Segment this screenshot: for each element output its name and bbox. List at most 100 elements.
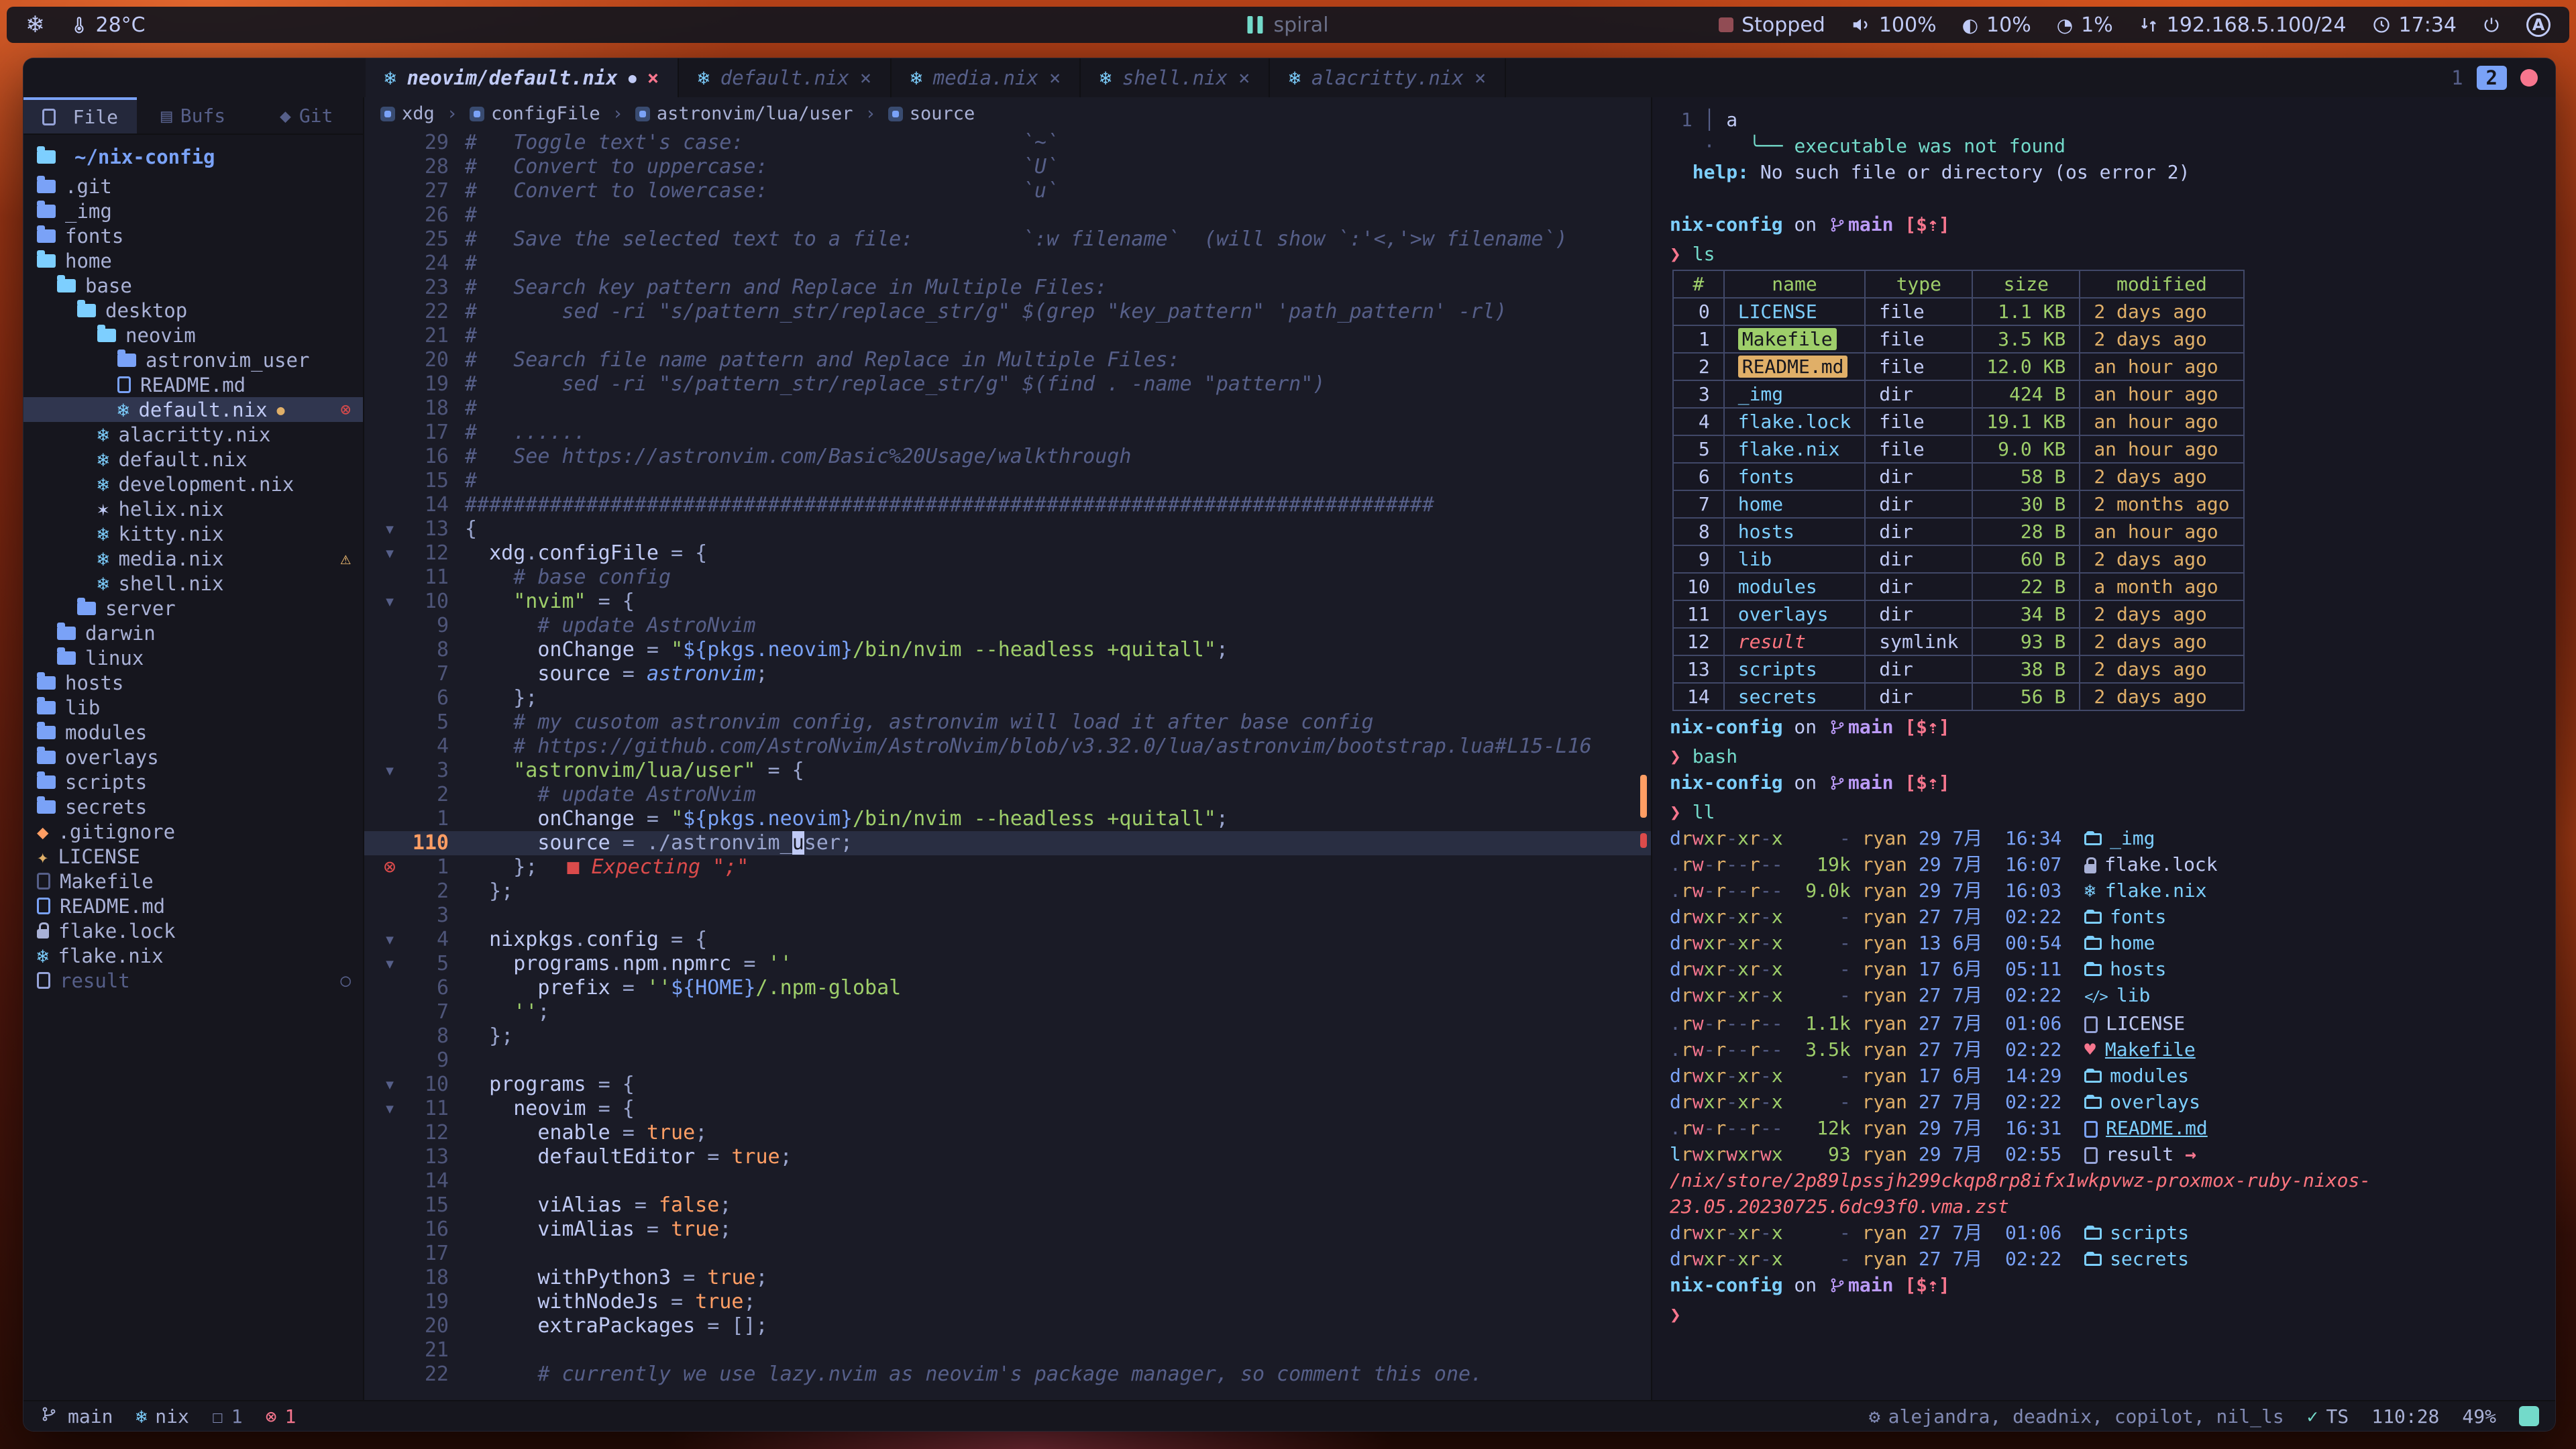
tree-item[interactable]: darwin: [23, 621, 363, 645]
tree-item[interactable]: ❄media.nix⚠: [23, 546, 363, 571]
network-widget[interactable]: 192.168.5.100/24: [2139, 13, 2347, 37]
tab-git[interactable]: ◆ Git: [250, 97, 363, 133]
buffer-tab[interactable]: ❄media.nix×: [892, 58, 1081, 97]
hint-count[interactable]: ☐ 1: [212, 1405, 243, 1428]
tab-files[interactable]: File: [23, 97, 137, 133]
editor-line[interactable]: 25# Save the selected text to a file: `:…: [364, 227, 1651, 252]
editor-line[interactable]: 18 withPython3 = true;: [364, 1266, 1651, 1290]
tree-item[interactable]: result○: [23, 968, 363, 993]
volume-widget[interactable]: 100%: [1851, 13, 1937, 37]
editor-line[interactable]: 110 source = ./astronvim_user;: [364, 831, 1651, 855]
tree-item[interactable]: ❄default.nix: [23, 447, 363, 472]
editor-line[interactable]: 11 # base config: [364, 566, 1651, 590]
tree-item[interactable]: _img: [23, 199, 363, 223]
editor-line[interactable]: 17: [364, 1242, 1651, 1266]
editor-line[interactable]: 9 # update AstroNvim: [364, 614, 1651, 638]
editor-line[interactable]: 27# Convert to lowercase: `u`: [364, 179, 1651, 203]
tab-close-button[interactable]: ×: [860, 66, 871, 89]
tree-item[interactable]: ❄flake.nix: [23, 943, 363, 968]
breadcrumb-item[interactable]: xdg: [380, 102, 435, 126]
cpu-widget[interactable]: ◔ 1%: [2057, 13, 2113, 37]
page-indicator-1[interactable]: 1: [2451, 66, 2463, 89]
editor-line[interactable]: 12 enable = true;: [364, 1121, 1651, 1145]
editor-line[interactable]: 21#: [364, 324, 1651, 348]
tree-item[interactable]: desktop: [23, 298, 363, 323]
buffer-tab[interactable]: ❄default.nix×: [679, 58, 892, 97]
tree-item[interactable]: home: [23, 248, 363, 273]
editor-line[interactable]: 21: [364, 1338, 1651, 1362]
power-button[interactable]: [2482, 15, 2501, 34]
editor-line[interactable]: 22# sed -ri "s/pattern_str/replace_str/g…: [364, 300, 1651, 324]
tree-item[interactable]: scripts: [23, 769, 363, 794]
tree-item[interactable]: README.md: [23, 372, 363, 397]
breadcrumb-item[interactable]: configFile: [470, 102, 600, 126]
tree-item[interactable]: ✶helix.nix: [23, 496, 363, 521]
editor-line[interactable]: 19# sed -ri "s/pattern_str/replace_str/g…: [364, 372, 1651, 396]
tree-item[interactable]: ◆.gitignore: [23, 819, 363, 844]
buffer-tab[interactable]: ❄neovim/default.nix●×: [366, 58, 679, 97]
code-area[interactable]: 29# Toggle text's case: `~`28# Convert t…: [364, 131, 1651, 1400]
editor-line[interactable]: ▾10 "nvim" = {: [364, 590, 1651, 614]
tree-item[interactable]: base: [23, 273, 363, 298]
nix-logo-icon[interactable]: ❄: [25, 11, 45, 38]
editor-line[interactable]: ▾11 neovim = {: [364, 1097, 1651, 1121]
tab-buffers[interactable]: ▤ Bufs: [137, 97, 250, 133]
tree-item[interactable]: ✦LICENSE: [23, 844, 363, 869]
editor-line[interactable]: ▾3 "astronvim/lua/user" = {: [364, 759, 1651, 783]
tree-item[interactable]: ❄kitty.nix: [23, 521, 363, 546]
editor-line[interactable]: 9: [364, 1049, 1651, 1073]
editor-line[interactable]: 7 source = astronvim;: [364, 662, 1651, 686]
editor-line[interactable]: 16# See https://astronvim.com/Basic%20Us…: [364, 445, 1651, 469]
editor-line[interactable]: 3: [364, 904, 1651, 928]
editor-line[interactable]: 1 onChange = "${pkgs.neovim}/bin/nvim --…: [364, 807, 1651, 831]
tree-item[interactable]: linux: [23, 645, 363, 670]
git-branch[interactable]: main: [40, 1405, 113, 1428]
editor-line[interactable]: 20# Search file name pattern and Replace…: [364, 348, 1651, 372]
editor-line[interactable]: ▾13{: [364, 517, 1651, 541]
editor-line[interactable]: 8 onChange = "${pkgs.neovim}/bin/nvim --…: [364, 638, 1651, 662]
editor-line[interactable]: 13 defaultEditor = true;: [364, 1145, 1651, 1169]
editor-line[interactable]: 18#: [364, 396, 1651, 421]
tree-item[interactable]: fonts: [23, 223, 363, 248]
error-count[interactable]: ⊗ 1: [266, 1405, 297, 1428]
terminal-pane[interactable]: 1 │ a · ╰── executable was not found hel…: [1651, 97, 2555, 1400]
editor-line[interactable]: ▾5 programs.npm.npmrc = '': [364, 952, 1651, 976]
editor-line[interactable]: ▾12 xdg.configFile = {: [364, 541, 1651, 566]
tree-item[interactable]: README.md: [23, 894, 363, 918]
editor-line[interactable]: 20 extraPackages = [];: [364, 1314, 1651, 1338]
editor-line[interactable]: 24#: [364, 252, 1651, 276]
disk-widget[interactable]: ◐ 10%: [1962, 13, 2031, 37]
breadcrumb-item[interactable]: source: [888, 102, 975, 126]
editor-line[interactable]: 8 };: [364, 1024, 1651, 1049]
tab-close-button[interactable]: ×: [647, 66, 659, 89]
editor-line[interactable]: 7 '';: [364, 1000, 1651, 1024]
editor-line[interactable]: ⊗1 };■ Expecting ";": [364, 855, 1651, 879]
tree-item[interactable]: ❄development.nix: [23, 472, 363, 496]
editor-line[interactable]: 6 prefix = ''${HOME}/.npm-global: [364, 976, 1651, 1000]
tree-item[interactable]: Makefile: [23, 869, 363, 894]
editor-line[interactable]: 23# Search key pattern and Replace in Mu…: [364, 276, 1651, 300]
tree-item[interactable]: neovim: [23, 323, 363, 347]
tab-close-button[interactable]: ×: [1049, 66, 1061, 89]
tree-item[interactable]: server: [23, 596, 363, 621]
page-indicator-2[interactable]: 2: [2477, 66, 2507, 90]
editor-line[interactable]: 26#: [364, 203, 1651, 227]
tab-close-button[interactable]: ×: [1474, 66, 1486, 89]
editor-line[interactable]: 28# Convert to uppercase: `U`: [364, 155, 1651, 179]
tree-item[interactable]: lib: [23, 695, 363, 720]
keyboard-layout-badge[interactable]: A: [2526, 13, 2551, 37]
tree-item[interactable]: flake.lock: [23, 918, 363, 943]
editor-line[interactable]: 14######################################…: [364, 493, 1651, 517]
tree-root[interactable]: ~/nix-config: [23, 135, 363, 174]
editor-line[interactable]: 17# ......: [364, 421, 1651, 445]
breadcrumb-item[interactable]: astronvim/lua/user: [635, 102, 853, 126]
editor-line[interactable]: 22 # currently we use lazy.nvim as neovi…: [364, 1362, 1651, 1387]
tree-item[interactable]: astronvim_user: [23, 347, 363, 372]
editor-line[interactable]: 2 # update AstroNvim: [364, 783, 1651, 807]
clock-widget[interactable]: 17:34: [2372, 13, 2457, 37]
media-widget[interactable]: spiral: [1247, 13, 1328, 37]
tree-item[interactable]: ❄default.nix●⊗: [23, 397, 363, 422]
temperature-widget[interactable]: 28°C: [70, 13, 146, 37]
editor-line[interactable]: 5 # my cusotom astronvim config, astronv…: [364, 710, 1651, 735]
window-close-button[interactable]: [2520, 69, 2538, 87]
